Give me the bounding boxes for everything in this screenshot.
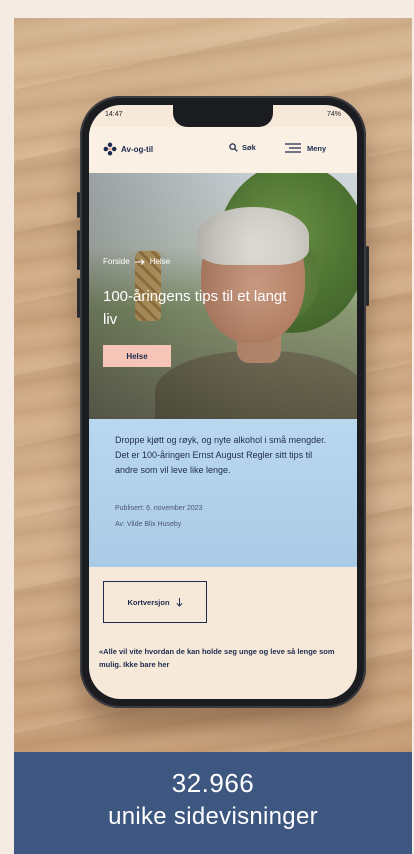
phone-side-button <box>77 230 80 270</box>
hero-section: Forside Helse 100-åringens tips til et l… <box>89 173 357 419</box>
search-icon <box>229 143 238 152</box>
short-version-label: Kortversjon <box>127 597 170 607</box>
phone-mockup: 14:47 74% Av-og-til Søk Meny Forside Hel… <box>77 96 369 708</box>
menu-button[interactable]: Meny <box>285 143 326 153</box>
arrow-right-icon <box>134 258 145 265</box>
mockup-card: 14:47 74% Av-og-til Søk Meny Forside Hel… <box>14 18 412 854</box>
phone-side-button <box>77 192 80 218</box>
site-header: Av-og-til Søk Meny <box>89 127 357 173</box>
search-label: Søk <box>242 143 256 152</box>
site-logo[interactable]: Av-og-til <box>103 142 153 156</box>
status-time: 14:47 <box>105 111 123 118</box>
logo-text: Av-og-til <box>121 144 154 154</box>
page-views-count: 32.966 <box>171 768 255 798</box>
page-views-label: unike sidevisninger <box>108 803 318 830</box>
logo-flower-icon <box>103 142 117 156</box>
article-quote: «Alle vil vite hvordan de kan holde seg … <box>99 647 335 669</box>
category-tag[interactable]: Helse <box>103 345 171 367</box>
phone-screen: 14:47 74% Av-og-til Søk Meny Forside Hel… <box>89 105 357 699</box>
phone-side-button <box>77 278 80 318</box>
phone-power-button <box>366 246 369 306</box>
stats-caption: 32.966 unike sidevisninger <box>14 752 412 854</box>
menu-icon <box>285 143 301 153</box>
breadcrumb-link-health[interactable]: Helse <box>150 257 170 266</box>
breadcrumb-link-home[interactable]: Forside <box>103 257 130 266</box>
phone-notch <box>173 105 273 127</box>
status-battery: 74% <box>326 111 341 118</box>
arrow-down-icon <box>175 597 183 607</box>
search-button[interactable]: Søk <box>229 143 256 152</box>
article-title: 100-åringens tips til et langt liv <box>103 288 287 328</box>
menu-label: Meny <box>307 143 327 153</box>
author-byline: Av: Vilde Blix Huseby <box>115 521 182 528</box>
article-intro: Droppe kjøtt og røyk, og nyte alkohol i … <box>89 419 357 567</box>
intro-text: Droppe kjøtt og røyk, og nyte alkohol i … <box>115 435 327 475</box>
published-date: Publisert: 6. november 2023 <box>115 505 203 512</box>
breadcrumb: Forside Helse <box>103 257 170 266</box>
short-version-button[interactable]: Kortversjon <box>103 581 207 623</box>
